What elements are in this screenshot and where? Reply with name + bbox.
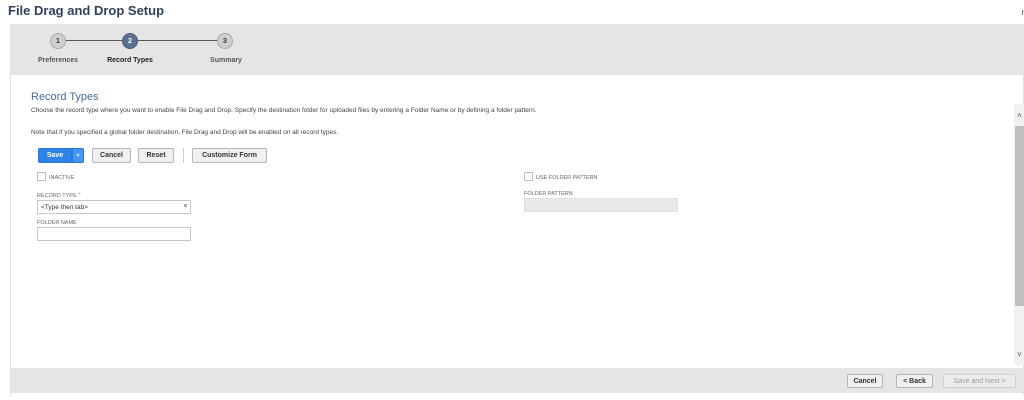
scroll-up-icon[interactable]: ˄ — [1014, 110, 1024, 121]
folder-name-label: FOLDER NAME — [37, 220, 77, 226]
reset-button[interactable]: Reset — [138, 148, 174, 163]
wizard-step-3-circle[interactable]: 3 — [217, 33, 233, 49]
footer-cancel-button[interactable]: Cancel — [847, 374, 883, 388]
wizard-step-2-label[interactable]: Record Types — [107, 57, 153, 64]
page-title: File Drag and Drop Setup — [8, 3, 165, 18]
wizard-step-1-label[interactable]: Preferences — [38, 57, 78, 64]
content-panel: Record Types Choose the record type wher… — [10, 75, 1024, 395]
section-description: Choose the record type where you want to… — [31, 107, 537, 114]
section-title: Record Types — [31, 91, 99, 103]
customize-form-button[interactable]: Customize Form — [192, 148, 267, 163]
record-type-label-text: RECORD TYPE — [37, 193, 77, 199]
footer-bar: Cancel < Back Save and Next > — [11, 368, 1023, 393]
wizard-connector — [57, 40, 131, 41]
record-type-label: RECORD TYPE * — [37, 192, 81, 199]
wizard-step-2-circle[interactable]: 2 — [122, 33, 138, 49]
wizard-step-3-label[interactable]: Summary — [210, 57, 242, 64]
use-folder-pattern-label: USE FOLDER PATTERN — [536, 175, 598, 181]
inactive-checkbox[interactable] — [37, 172, 46, 181]
folder-pattern-input — [524, 198, 678, 212]
folder-name-input[interactable] — [37, 227, 191, 241]
inactive-label: INACTIVE — [49, 175, 75, 181]
save-and-next-button[interactable]: Save and Next > — [943, 374, 1016, 388]
save-button[interactable]: Save — [38, 148, 72, 163]
back-button[interactable]: < Back — [896, 374, 933, 388]
wizard-progress: 1 2 3 Preferences Record Types Summary — [10, 24, 1024, 75]
wizard-connector — [137, 40, 227, 41]
scroll-thumb[interactable] — [1015, 126, 1024, 306]
section-note: Note that if you specified a global fold… — [31, 129, 339, 136]
vertical-scrollbar[interactable]: ˄ ˅ — [1014, 104, 1024, 365]
cancel-button[interactable]: Cancel — [92, 148, 131, 163]
scroll-down-icon[interactable]: ˅ — [1014, 349, 1024, 360]
save-menu-arrow-icon[interactable]: ▾ — [72, 148, 84, 163]
use-folder-pattern-checkbox[interactable] — [524, 172, 533, 181]
record-type-value: <Type then tab> — [41, 204, 88, 211]
record-type-select[interactable]: <Type then tab> » — [37, 200, 191, 214]
folder-pattern-label: FOLDER PATTERN — [524, 191, 573, 197]
double-chevron-down-icon[interactable]: » — [182, 204, 189, 208]
wizard-step-1-circle[interactable]: 1 — [50, 33, 66, 49]
required-marker: * — [78, 192, 81, 199]
toolbar-divider — [183, 148, 184, 163]
